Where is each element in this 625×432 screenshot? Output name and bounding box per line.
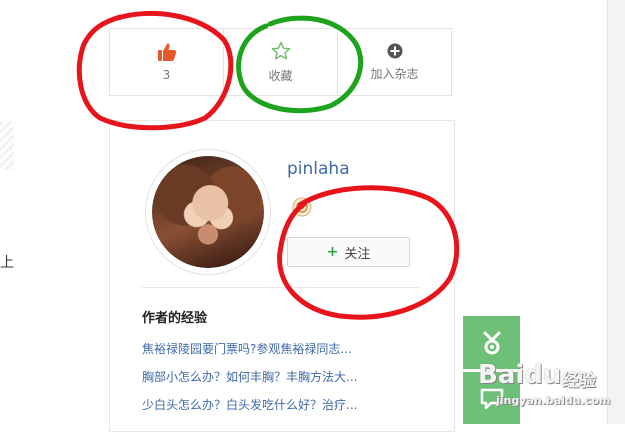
- favorite-label: 收藏: [268, 68, 293, 83]
- add-to-magazine-button[interactable]: 加入杂志: [338, 29, 451, 95]
- follow-label: 关注: [344, 246, 371, 262]
- share-icon: [483, 331, 500, 354]
- divider: [142, 287, 421, 288]
- author-username[interactable]: pinlaha: [287, 159, 350, 179]
- author-experience-title: 作者的经验: [142, 311, 208, 326]
- avatar-frame: [145, 149, 271, 275]
- plus-icon: +: [326, 244, 339, 260]
- right-gutter: [607, 0, 625, 424]
- action-bar: 3 收藏 加入杂志: [109, 28, 452, 96]
- favorite-button[interactable]: 收藏: [224, 29, 338, 95]
- level-badge-icon: [292, 197, 312, 217]
- like-button[interactable]: 3: [110, 29, 224, 95]
- left-decoration: [0, 122, 14, 170]
- author-card: pinlaha + 关注 作者的经验 焦裕禄陵园要门票吗?参观焦裕禄同志... …: [109, 120, 455, 432]
- like-count: 3: [162, 68, 171, 82]
- thumbs-up-icon: [157, 43, 176, 61]
- left-text-fragment: 上: [0, 255, 14, 271]
- experience-link[interactable]: 胸部小怎么办？如何丰胸？丰胸方法大...: [142, 369, 357, 397]
- magazine-label: 加入杂志: [370, 66, 419, 81]
- follow-button[interactable]: + 关注: [287, 237, 410, 267]
- watermark-brand-cn: 经验: [562, 371, 596, 391]
- plus-circle-icon: [387, 43, 402, 58]
- watermark-brand: Baidu: [478, 360, 562, 390]
- baidu-jingyan-watermark: Baidu 经验 jingyan.baidu.com: [478, 360, 611, 412]
- experience-link[interactable]: 少白头怎么办？白头发吃什么好？治疗...: [142, 397, 357, 425]
- experience-link[interactable]: 焦裕禄陵园要门票吗?参观焦裕禄同志...: [142, 341, 357, 369]
- avatar[interactable]: [152, 156, 264, 268]
- star-icon: [271, 41, 290, 59]
- watermark-url: jingyan.baidu.com: [496, 394, 611, 407]
- experience-list: 焦裕禄陵园要门票吗?参观焦裕禄同志... 胸部小怎么办？如何丰胸？丰胸方法大..…: [142, 341, 357, 425]
